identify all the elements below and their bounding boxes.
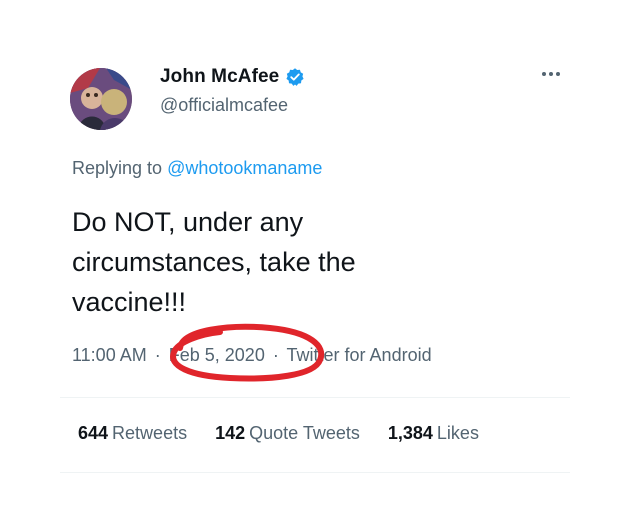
- engagement-stats: 644 Retweets 142 Quote Tweets 1,384 Likes: [78, 423, 479, 444]
- user-handle[interactable]: @officialmcafee: [160, 95, 288, 116]
- quote-tweets-label: Quote Tweets: [249, 423, 360, 443]
- tweet-text-line: vaccine!!!: [72, 287, 187, 317]
- quote-tweets-count: 142: [215, 423, 246, 443]
- display-name[interactable]: John McAfee: [160, 66, 279, 88]
- likes-count: 1,384: [387, 423, 433, 443]
- tweet-card: John McAfee @officialmcafee Replying to …: [0, 0, 640, 522]
- tweet-date[interactable]: Feb 5, 2020: [169, 345, 265, 365]
- tweet-metadata: 11:00 AM · Feb 5, 2020 · Twitter for And…: [72, 345, 432, 366]
- likes-label: Likes: [436, 423, 479, 443]
- retweets-label: Retweets: [112, 423, 188, 443]
- meta-separator: ·: [272, 345, 279, 365]
- retweets-stat[interactable]: 644 Retweets: [78, 423, 187, 444]
- avatar-image: [70, 68, 132, 130]
- verified-badge-icon: [285, 67, 305, 87]
- tweet-source[interactable]: Twitter for Android: [287, 345, 432, 365]
- replying-to-label: Replying to: [72, 158, 163, 178]
- likes-stat[interactable]: 1,384 Likes: [388, 423, 479, 444]
- divider: [60, 397, 570, 398]
- divider: [60, 472, 570, 473]
- meta-separator: ·: [154, 345, 161, 365]
- tweet-text-line: Do NOT, under any: [72, 207, 304, 237]
- more-options-icon[interactable]: [542, 68, 566, 80]
- retweets-count: 644: [78, 423, 109, 443]
- tweet-text-line: circumstances, take the: [72, 247, 356, 277]
- quote-tweets-stat[interactable]: 142 Quote Tweets: [215, 423, 360, 444]
- avatar[interactable]: [70, 68, 132, 130]
- author-name-row[interactable]: John McAfee: [160, 66, 305, 88]
- tweet-time[interactable]: 11:00 AM: [72, 345, 147, 365]
- tweet-text: Do NOT, under any circumstances, take th…: [72, 202, 492, 322]
- reply-mention-link[interactable]: @whotookmaname: [167, 158, 322, 178]
- replying-to: Replying to @whotookmaname: [72, 158, 322, 179]
